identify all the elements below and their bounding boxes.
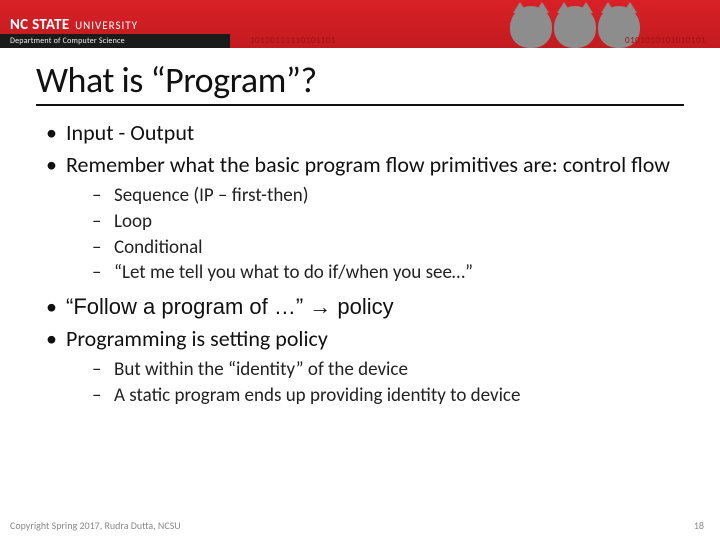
slide-footer: Copyright Spring 2017, Rudra Dutta, NCSU…	[10, 519, 704, 532]
sub-bullet-item: Conditional	[66, 235, 684, 261]
bullet-item: Programming is setting policy But within…	[36, 324, 684, 409]
slide-body: What is “Program”? Input - Output Rememb…	[0, 48, 720, 409]
department-bar: Department of Computer Science	[0, 34, 230, 48]
wolf-graphic	[510, 6, 640, 48]
sub-bullet-list: Sequence (IP – first-then) Loop Conditio…	[66, 183, 684, 286]
copyright-text: Copyright Spring 2017, Rudra Dutta, NCSU	[10, 519, 181, 532]
page-number: 18	[694, 519, 704, 532]
binary-decoration-1: 10100111110101101	[250, 35, 336, 46]
slide-header: NC STATE UNIVERSITY Department of Comput…	[0, 0, 720, 48]
sub-bullet-list: But within the “identity” of the device …	[66, 357, 684, 408]
logo-main-text: NC STATE	[10, 16, 69, 34]
sub-bullet-item: “Let me tell you what to do if/when you …	[66, 260, 684, 286]
bullet-item: “Follow a program of …” → policy	[36, 292, 684, 322]
wolf-icon	[554, 6, 596, 48]
wolf-icon	[510, 6, 552, 48]
binary-decoration-2: 0101010101010101	[625, 35, 706, 46]
sub-bullet-item: Sequence (IP – first-then)	[66, 183, 684, 209]
sub-bullet-item: A static program ends up providing ident…	[66, 383, 684, 409]
sub-bullet-item: Loop	[66, 209, 684, 235]
bullet-item: Remember what the basic program flow pri…	[36, 150, 684, 286]
sub-bullet-item: But within the “identity” of the device	[66, 357, 684, 383]
logo-sub-text: UNIVERSITY	[75, 19, 138, 32]
bullet-list: Input - Output Remember what the basic p…	[36, 118, 684, 409]
slide-title: What is “Program”?	[36, 58, 684, 106]
bullet-item: Input - Output	[36, 118, 684, 148]
